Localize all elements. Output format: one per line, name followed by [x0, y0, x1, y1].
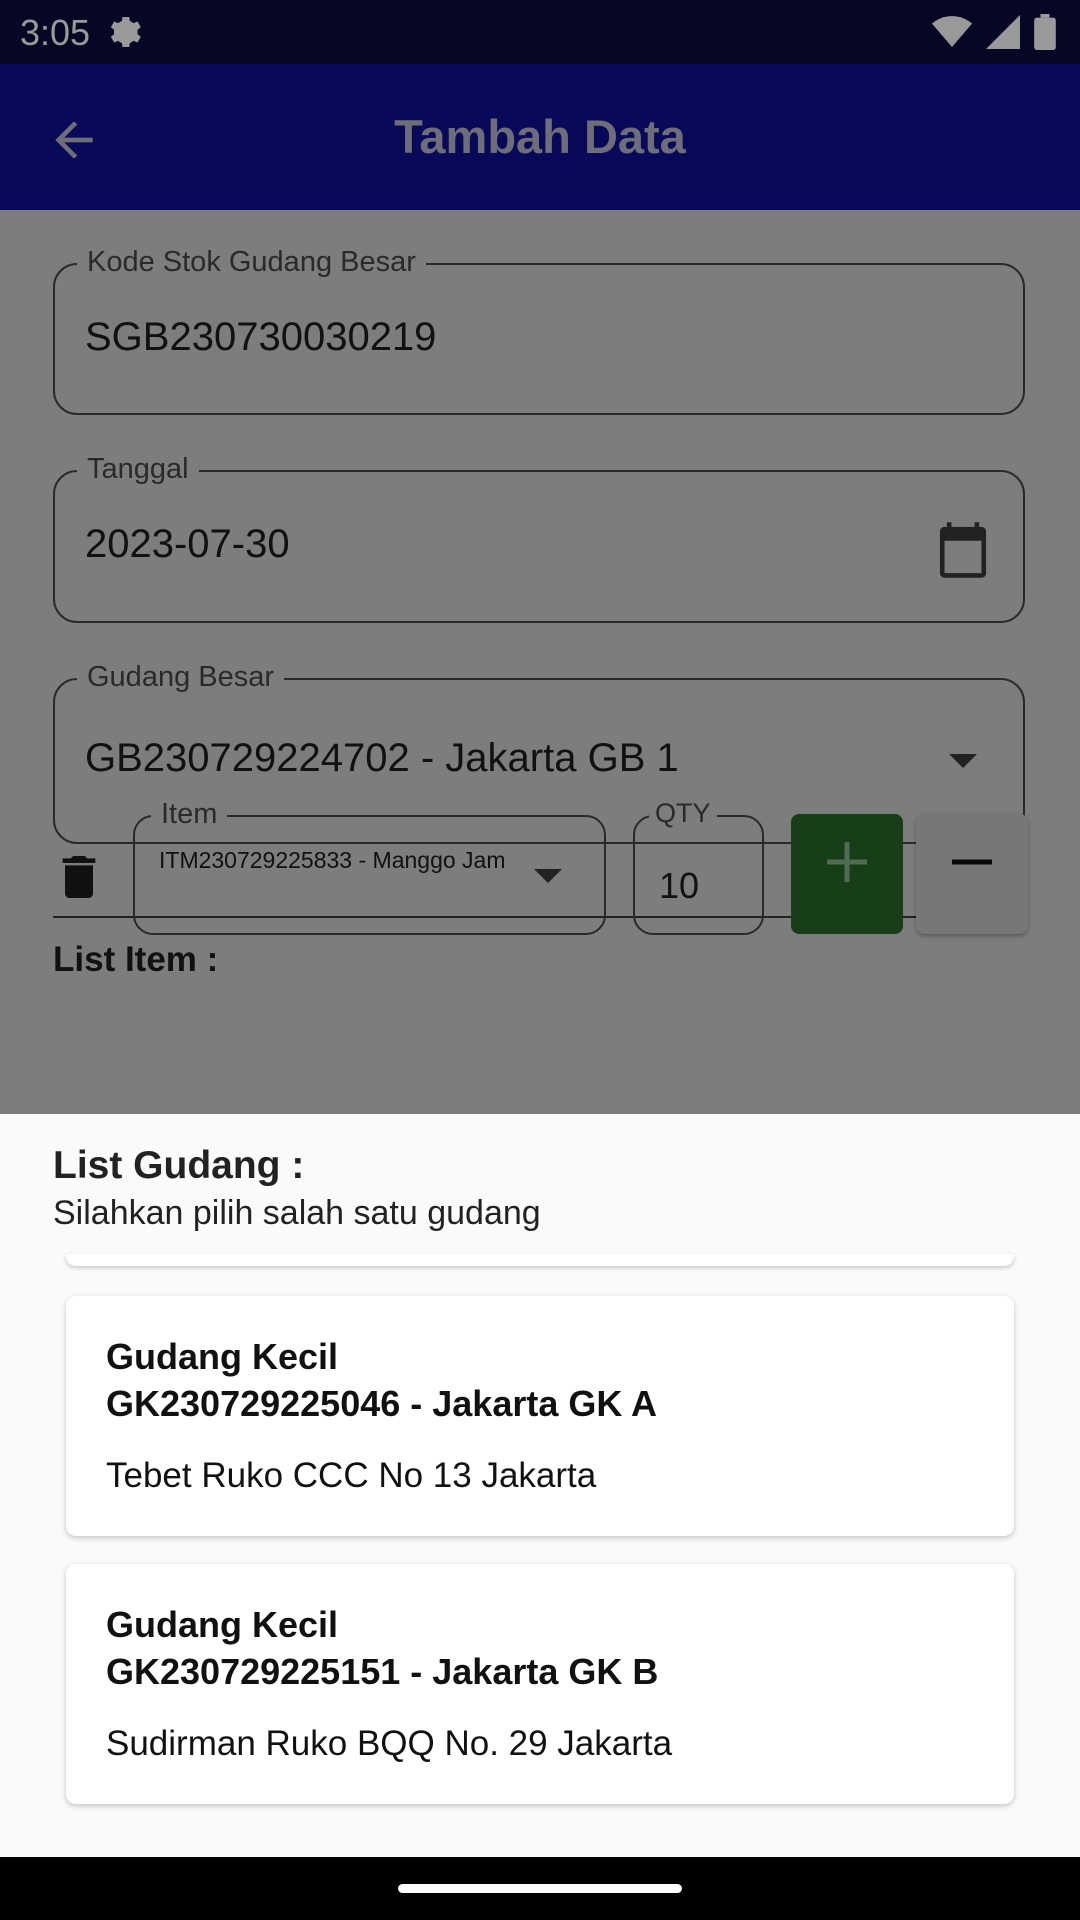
warehouse-code: GK230729225151 - Jakarta GK B — [106, 1651, 659, 1692]
warehouse-code: GK230729225046 - Jakarta GK A — [106, 1383, 658, 1424]
bottom-sheet: List Gudang : Silahkan pilih salah satu … — [0, 1114, 1080, 1857]
sheet-subtitle: Silahkan pilih salah satu gudang — [53, 1194, 541, 1232]
navigation-bar — [0, 1857, 1080, 1920]
warehouse-address: Sudirman Ruko BQQ No. 29 Jakarta — [106, 1724, 673, 1763]
warehouse-card-partial[interactable] — [66, 1254, 1014, 1266]
sheet-title: List Gudang : — [53, 1144, 305, 1187]
warehouse-card[interactable]: Gudang Kecil GK230729225151 - Jakarta GK… — [66, 1564, 1014, 1804]
home-indicator[interactable] — [398, 1884, 682, 1893]
warehouse-card[interactable]: Gudang Kecil GK230729225046 - Jakarta GK… — [66, 1296, 1014, 1536]
modal-scrim[interactable] — [0, 210, 1080, 1114]
warehouse-address: Tebet Ruko CCC No 13 Jakarta — [106, 1456, 597, 1495]
modal-scrim-top[interactable] — [0, 0, 1080, 210]
warehouse-type: Gudang Kecil — [106, 1336, 339, 1377]
warehouse-type: Gudang Kecil — [106, 1604, 339, 1645]
